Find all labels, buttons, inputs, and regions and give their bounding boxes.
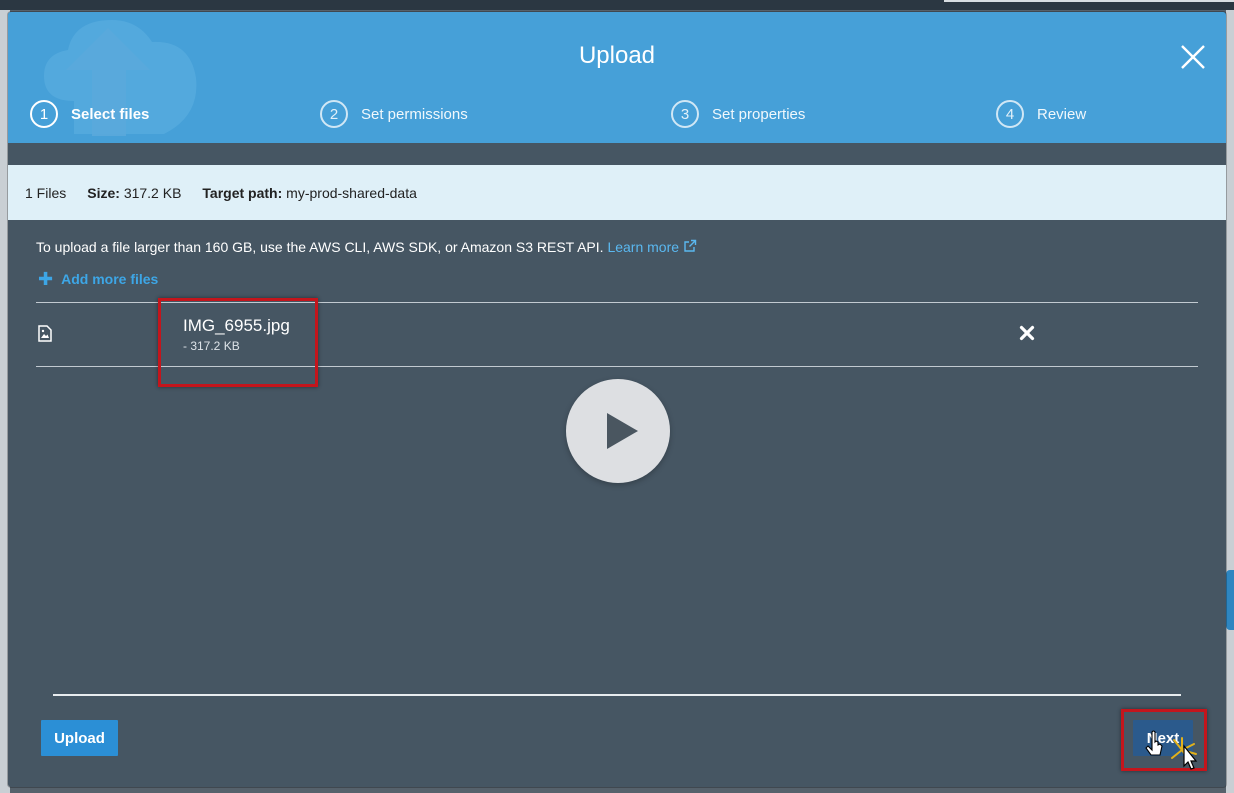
target-path: Target path: my-prod-shared-data xyxy=(202,185,416,201)
background-right-edge xyxy=(1226,10,1234,793)
upload-summary-bar: 1 Files Size: 317.2 KB Target path: my-p… xyxy=(8,165,1226,220)
plus-icon: ✚ xyxy=(38,269,54,289)
total-size: Size: 317.2 KB xyxy=(87,185,181,201)
add-more-files-button[interactable]: ✚ Add more files xyxy=(38,270,158,288)
upload-modal: Upload 1 Select files 2 Set permissions … xyxy=(8,12,1226,787)
step-number: 3 xyxy=(671,100,699,128)
learn-more-label: Learn more xyxy=(607,239,680,255)
footer-divider xyxy=(53,694,1181,696)
close-icon[interactable] xyxy=(1180,44,1206,70)
play-icon[interactable] xyxy=(566,379,670,483)
add-more-files-label: Add more files xyxy=(61,271,159,287)
image-file-icon xyxy=(38,325,52,342)
size-value: 317.2 KB xyxy=(123,184,182,201)
modal-header: Upload 1 Select files 2 Set permissions … xyxy=(8,12,1226,143)
next-button-highlight xyxy=(1121,709,1207,771)
wizard-steps: 1 Select files 2 Set permissions 3 Set p… xyxy=(8,100,1226,130)
size-label: Size: xyxy=(87,184,120,201)
remove-icon[interactable] xyxy=(1019,325,1035,341)
target-path-label: Target path: xyxy=(202,184,283,201)
target-path-value: my-prod-shared-data xyxy=(286,184,417,201)
background-topbar xyxy=(0,0,1234,10)
file-count: 1 Files xyxy=(25,184,67,201)
large-file-notice: To upload a file larger than 160 GB, use… xyxy=(36,239,697,255)
step-number: 2 xyxy=(320,100,348,128)
step-set-properties[interactable]: 3 Set properties xyxy=(671,100,805,128)
external-link-icon xyxy=(684,239,697,252)
header-gap xyxy=(8,143,1226,165)
step-set-permissions[interactable]: 2 Set permissions xyxy=(320,100,468,128)
learn-more-link[interactable]: Learn more xyxy=(607,239,697,255)
notice-text: To upload a file larger than 160 GB, use… xyxy=(36,239,604,255)
step-label: Review xyxy=(1037,105,1087,123)
upload-button[interactable]: Upload xyxy=(41,720,118,756)
step-label: Select files xyxy=(71,105,150,123)
step-number: 4 xyxy=(996,100,1024,128)
step-review[interactable]: 4 Review xyxy=(996,100,1086,128)
modal-title: Upload xyxy=(578,42,656,69)
step-label: Set permissions xyxy=(361,105,468,123)
step-select-files[interactable]: 1 Select files xyxy=(30,100,149,128)
step-label: Set properties xyxy=(712,105,806,123)
background-blue-stub xyxy=(1226,570,1234,630)
step-number: 1 xyxy=(30,100,58,128)
background-search-stub xyxy=(944,0,1234,2)
file-name-highlight xyxy=(158,298,318,387)
